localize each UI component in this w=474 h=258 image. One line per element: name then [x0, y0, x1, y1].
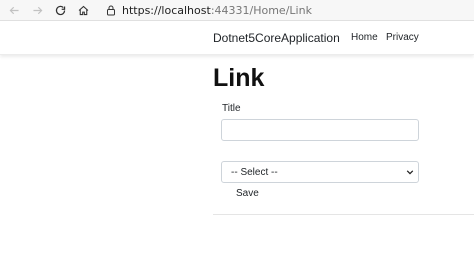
navbar-brand[interactable]: Dotnet5CoreApplication: [213, 31, 340, 45]
lock-icon[interactable]: [106, 5, 116, 16]
back-icon[interactable]: [5, 1, 23, 19]
link-select[interactable]: -- Select --: [221, 161, 419, 183]
chevron-down-icon: [406, 170, 414, 175]
footer-divider: [213, 214, 474, 215]
select-value: -- Select --: [231, 166, 278, 178]
forward-icon[interactable]: [28, 1, 46, 19]
save-button[interactable]: Save: [236, 188, 259, 199]
url-path: :44331/Home/Link: [210, 3, 312, 17]
browser-toolbar: https://localhost:44331/Home/Link: [0, 0, 474, 21]
title-input[interactable]: [221, 119, 419, 141]
url-host: https://localhost: [122, 3, 211, 17]
refresh-icon[interactable]: [51, 1, 69, 19]
site-navbar: Dotnet5CoreApplication Home Privacy: [0, 21, 474, 55]
page-title: Link: [213, 64, 265, 92]
home-icon[interactable]: [74, 1, 92, 19]
nav-link-privacy[interactable]: Privacy: [386, 32, 419, 43]
title-label: Title: [222, 103, 241, 114]
address-bar[interactable]: https://localhost:44331/Home/Link: [122, 4, 312, 17]
nav-link-home[interactable]: Home: [351, 32, 378, 43]
